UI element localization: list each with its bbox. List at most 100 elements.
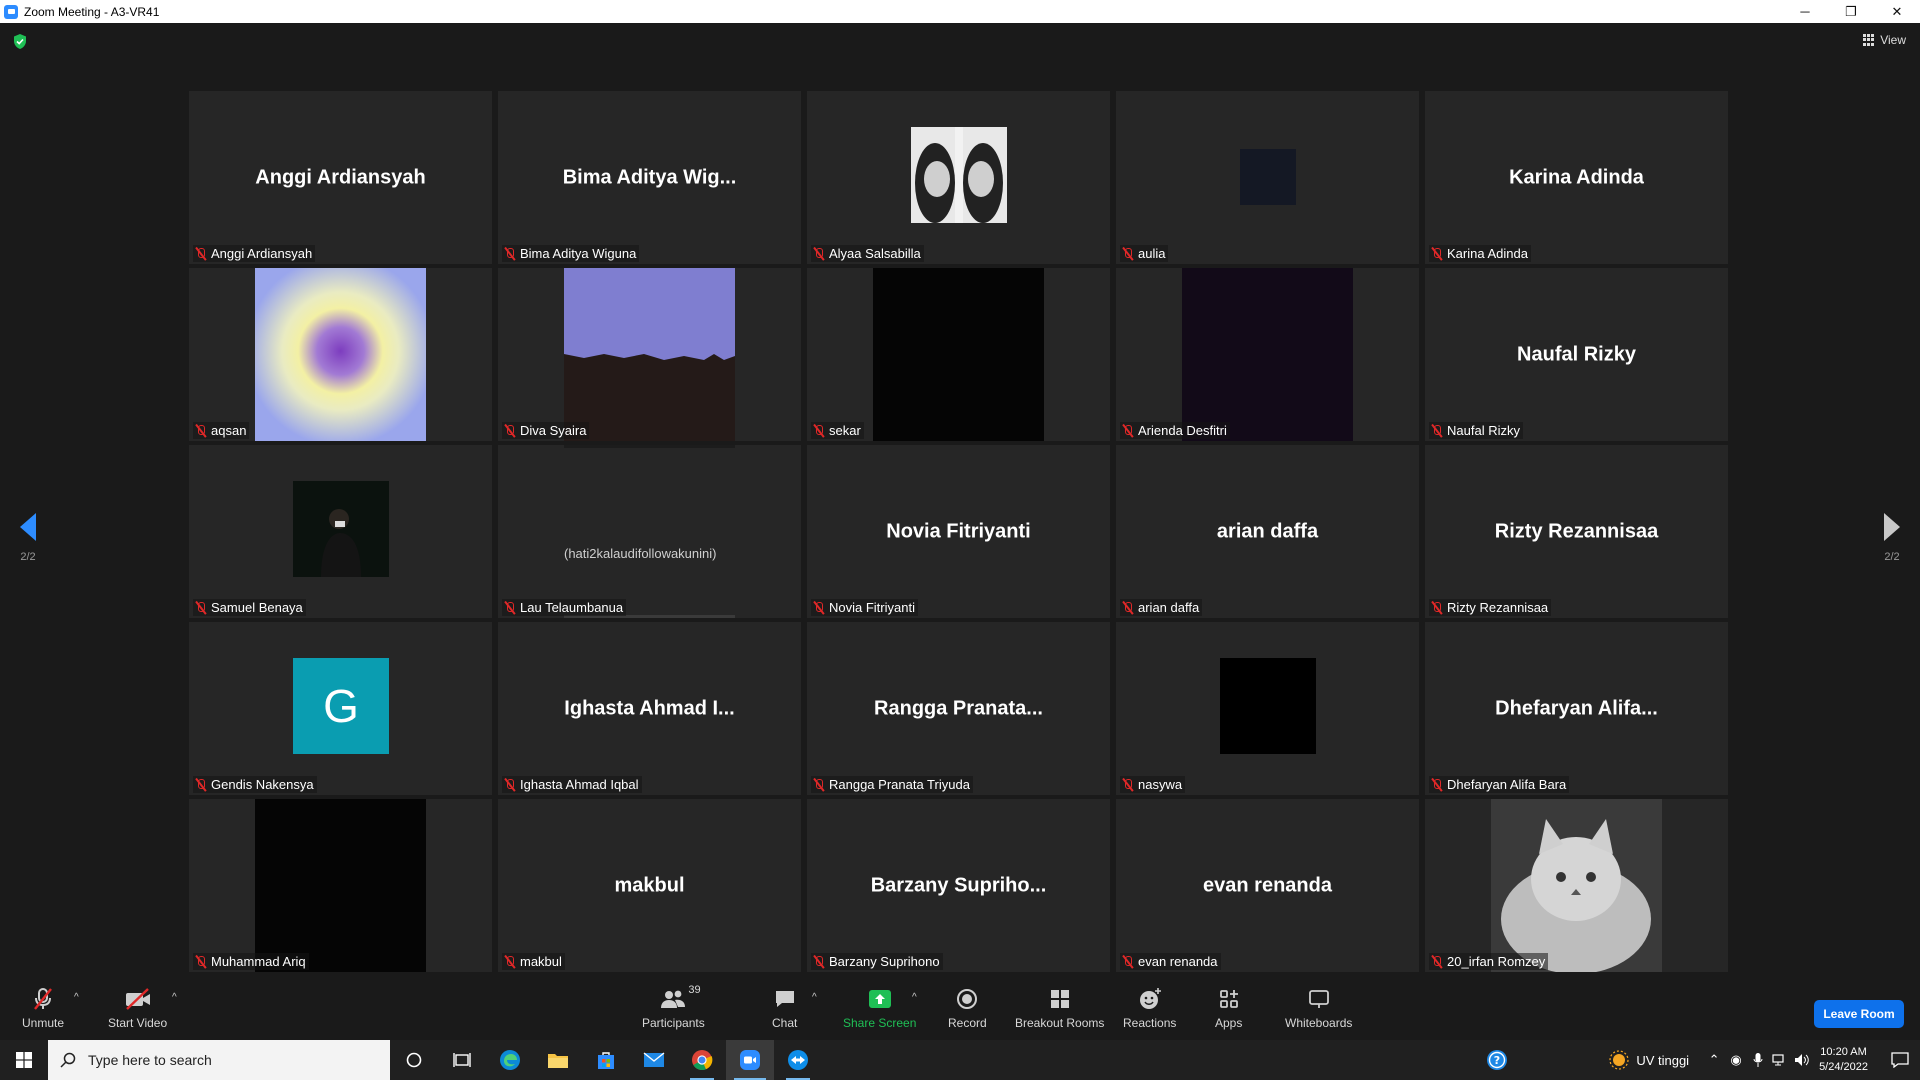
cortana-button[interactable] <box>390 1040 438 1080</box>
participant-tile[interactable]: 20_irfan Romzey <box>1425 799 1728 972</box>
chat-options-caret-icon[interactable]: ^ <box>812 992 817 1003</box>
start-video-button[interactable]: Start Video <box>108 988 167 1030</box>
system-tray: ? UV tinggi ⌃ ◉ 10:20 AM 5/24/2022 <box>1482 1040 1920 1080</box>
teamviewer-app[interactable] <box>774 1040 822 1080</box>
participant-video <box>1491 799 1662 972</box>
security-shield-icon[interactable] <box>12 33 28 50</box>
participant-name-label: Diva Syaira <box>502 422 590 439</box>
muted-mic-icon <box>1122 424 1134 438</box>
record-label: Record <box>948 1016 987 1030</box>
participant-name: aulia <box>1138 246 1166 261</box>
participants-button[interactable]: 39 Participants <box>642 984 705 1030</box>
participant-tile[interactable]: Ighasta Ahmad I... Ighasta Ahmad Iqbal <box>498 622 801 795</box>
participant-display-name: Novia Fitriyanti <box>886 520 1031 542</box>
participant-tile[interactable]: Anggi Ardiansyah Anggi Ardiansyah <box>189 91 492 264</box>
meeting-area: View 2/2 2/2 Anggi Ardiansyah Anggi Ardia… <box>0 23 1920 978</box>
participant-tile[interactable]: Rangga Pranata... Rangga Pranata Triyuda <box>807 622 1110 795</box>
record-indicator-icon[interactable]: ◉ <box>1725 1052 1747 1068</box>
taskbar-search-box[interactable]: Type here to search <box>48 1040 390 1080</box>
participant-name: makbul <box>520 954 562 969</box>
participant-tile[interactable]: Barzany Supriho... Barzany Suprihono <box>807 799 1110 972</box>
participant-tile[interactable]: Alyaa Salsabilla <box>807 91 1110 264</box>
reactions-button[interactable]: Reactions <box>1123 988 1176 1030</box>
participant-name-label: Dhefaryan Alifa Bara <box>1429 776 1570 793</box>
apps-button[interactable]: Apps <box>1215 988 1242 1030</box>
chevron-up-icon[interactable]: ⌃ <box>1703 1052 1725 1068</box>
participant-display-name: Anggi Ardiansyah <box>255 166 426 188</box>
minimize-button[interactable]: ─ <box>1782 0 1828 23</box>
participant-tile[interactable]: Karina Adinda Karina Adinda <box>1425 91 1728 264</box>
page-indicator-left: 2/2 <box>20 551 36 563</box>
avatar: G <box>293 658 389 754</box>
edge-app[interactable] <box>486 1040 534 1080</box>
participant-name-label: Naufal Rizky <box>1429 422 1523 439</box>
next-page-button[interactable]: 2/2 <box>1872 513 1912 563</box>
windows-logo-icon <box>16 1052 32 1068</box>
mail-app[interactable] <box>630 1040 678 1080</box>
participant-tile[interactable]: evan renanda evan renanda <box>1116 799 1419 972</box>
participant-name: Diva Syaira <box>520 423 587 438</box>
participant-name: nasywa <box>1138 777 1183 792</box>
participant-tile[interactable]: Bima Aditya Wig... Bima Aditya Wiguna <box>498 91 801 264</box>
participant-tile[interactable]: arian daffa arian daffa <box>1116 445 1419 618</box>
window-controls: ─ ❐ ✕ <box>1782 0 1920 23</box>
smiley-icon <box>1138 988 1162 1010</box>
participant-tile[interactable]: Dhefaryan Alifa... Dhefaryan Alifa Bara <box>1425 622 1728 795</box>
participant-tile[interactable]: sekar <box>807 268 1110 441</box>
chat-bubble-icon <box>774 988 796 1010</box>
grid-view-icon <box>1863 34 1875 46</box>
microsoft-store-app[interactable] <box>582 1040 630 1080</box>
unmute-button[interactable]: Unmute <box>22 988 64 1030</box>
start-button[interactable] <box>0 1040 48 1080</box>
audio-options-caret-icon[interactable]: ^ <box>74 992 79 1003</box>
breakout-rooms-button[interactable]: Breakout Rooms <box>1015 988 1104 1030</box>
participant-tile[interactable]: Rizty Rezannisaa Rizty Rezannisaa <box>1425 445 1728 618</box>
participant-tile[interactable]: aulia <box>1116 91 1419 264</box>
participant-name: Barzany Suprihono <box>829 954 940 969</box>
participant-name-label: nasywa <box>1120 776 1186 793</box>
participant-name: Karina Adinda <box>1447 246 1528 261</box>
record-button[interactable]: Record <box>948 988 987 1030</box>
speaker-icon[interactable] <box>1791 1053 1813 1067</box>
share-screen-button[interactable]: Share Screen <box>843 988 916 1030</box>
restore-button[interactable]: ❐ <box>1828 0 1874 23</box>
participant-name-label: Barzany Suprihono <box>811 953 943 970</box>
weather-sun-icon[interactable] <box>1606 1050 1632 1070</box>
network-icon[interactable] <box>1769 1053 1791 1067</box>
chrome-app[interactable] <box>678 1040 726 1080</box>
file-explorer-app[interactable] <box>534 1040 582 1080</box>
muted-mic-icon <box>504 424 516 438</box>
video-options-caret-icon[interactable]: ^ <box>172 992 177 1003</box>
windows-taskbar: Type here to search ? UV tinggi ⌃ ◉ 10:2… <box>0 1040 1920 1080</box>
participant-name-label: Novia Fitriyanti <box>811 599 918 616</box>
muted-mic-icon <box>195 424 207 438</box>
participant-tile[interactable]: makbul makbul <box>498 799 801 972</box>
weather-text[interactable]: UV tinggi <box>1636 1053 1689 1068</box>
participant-tile[interactable]: (hati2kalaudifollowakunini) Lau Telaumban… <box>498 445 801 618</box>
participant-name: Novia Fitriyanti <box>829 600 915 615</box>
notification-center-icon[interactable] <box>1880 1052 1920 1068</box>
participant-tile[interactable]: Novia Fitriyanti Novia Fitriyanti <box>807 445 1110 618</box>
whiteboards-button[interactable]: Whiteboards <box>1285 988 1352 1030</box>
microphone-icon[interactable] <box>1747 1052 1769 1068</box>
chat-button[interactable]: Chat <box>772 988 797 1030</box>
leave-room-button[interactable]: Leave Room <box>1814 1000 1904 1028</box>
participant-tile[interactable]: Samuel Benaya <box>189 445 492 618</box>
participant-tile[interactable]: Arienda Desfitri <box>1116 268 1419 441</box>
participant-tile[interactable]: nasywa <box>1116 622 1419 795</box>
avatar-letter: G <box>323 680 359 732</box>
participant-name: Naufal Rizky <box>1447 423 1520 438</box>
close-button[interactable]: ✕ <box>1874 0 1920 23</box>
participant-tile[interactable]: Naufal Rizky Naufal Rizky <box>1425 268 1728 441</box>
task-view-button[interactable] <box>438 1040 486 1080</box>
taskbar-clock[interactable]: 10:20 AM 5/24/2022 <box>1819 1045 1868 1075</box>
participant-tile[interactable]: Diva Syaira <box>498 268 801 441</box>
share-options-caret-icon[interactable]: ^ <box>912 992 917 1003</box>
help-icon[interactable]: ? <box>1482 1049 1512 1071</box>
zoom-taskbar-app[interactable] <box>726 1040 774 1080</box>
view-button[interactable]: View <box>1863 33 1906 47</box>
previous-page-button[interactable]: 2/2 <box>8 513 48 563</box>
participant-tile[interactable]: aqsan <box>189 268 492 441</box>
participant-tile[interactable]: Muhammad Ariq <box>189 799 492 972</box>
participant-tile[interactable]: G Gendis Nakensya <box>189 622 492 795</box>
